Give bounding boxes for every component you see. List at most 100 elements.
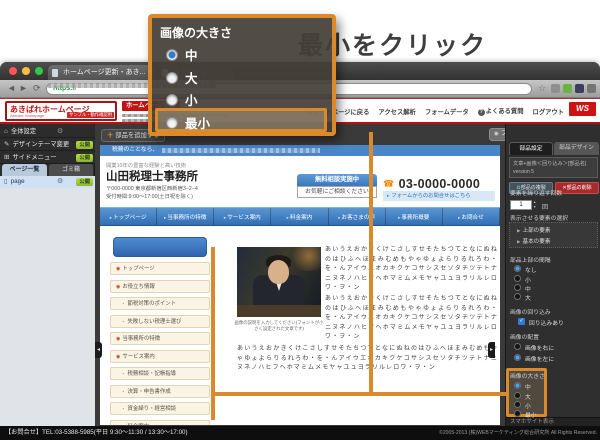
repeat-count-input[interactable]: 1 bbox=[510, 200, 532, 210]
radio-size-medium[interactable] bbox=[514, 382, 521, 389]
menu-item[interactable]: ・失敗しない税理士選び bbox=[110, 315, 210, 328]
callout-leader-vertical bbox=[369, 132, 373, 394]
menu-item[interactable]: ・税務相談・記帳指導 bbox=[110, 367, 210, 380]
sidebar-item-design-theme[interactable]: ✎デザインテーマ変更 ⚙ 公開 bbox=[0, 139, 95, 151]
radio-size-smallest[interactable] bbox=[514, 410, 521, 417]
extension-icon[interactable] bbox=[575, 84, 584, 93]
arrow-icon: ▶ bbox=[517, 239, 520, 244]
site-nav-item[interactable]: ▸事務所概要 bbox=[386, 208, 443, 225]
callout-radio-large[interactable]: 大 bbox=[166, 68, 198, 87]
tab-part-settings[interactable]: 部品設定 bbox=[509, 142, 553, 155]
page-list-item[interactable]: ▯page ⚙ 公開 bbox=[0, 176, 95, 188]
nav-logout-link[interactable]: ログアウト bbox=[533, 107, 564, 116]
publish-button[interactable]: 公開 bbox=[76, 178, 93, 186]
radio-label: 最小 bbox=[525, 410, 537, 419]
logo-subtext: Akibare Homepage bbox=[10, 113, 44, 118]
site-nav-item[interactable]: ▸お客さまの声 bbox=[329, 208, 386, 225]
reload-icon[interactable]: ⟳ bbox=[33, 83, 41, 94]
menu-label: 税務相談・記帳指導 bbox=[128, 371, 177, 377]
radio-spacing-medium[interactable] bbox=[514, 284, 521, 291]
site-hours: 受付時間:9:00〜17:00(土日祝を除く) bbox=[106, 192, 193, 200]
browser-tab-active[interactable]: ホームページ更新・あき... bbox=[48, 65, 156, 80]
gear-icon[interactable]: ⚙ bbox=[57, 176, 63, 188]
repeat-unit-label: 回 bbox=[542, 202, 548, 211]
smartphone-section-header[interactable]: スマホサイト表示 bbox=[506, 417, 600, 426]
radio-spacing-large[interactable] bbox=[514, 293, 521, 300]
tab-part-design[interactable]: 部品デザイン bbox=[554, 142, 599, 155]
site-nav-item[interactable]: ▸トップページ bbox=[100, 208, 157, 225]
sidebar-item-side-menu[interactable]: ⊞サイドメニュー 公開 bbox=[0, 152, 95, 164]
screenshot-root: 最小をクリック ホームページ更新・あき... スクリーン... ◄ ► ⟳ ht… bbox=[0, 0, 600, 440]
radio-label: 小 bbox=[525, 275, 531, 284]
radio-label: 小 bbox=[185, 90, 198, 109]
site-title: 山田税理士事務所 bbox=[106, 168, 198, 184]
collapse-right-handle[interactable]: ▸ bbox=[488, 342, 495, 358]
contact-info: 【お問合せ】TEL:03-5388-5985(平日 9:30〜11:30 / 1… bbox=[5, 426, 188, 440]
checkbox-wrap-checked[interactable]: ✓ bbox=[518, 318, 525, 325]
radio-spacing-none[interactable] bbox=[514, 265, 521, 272]
site-nav-item[interactable]: ▸お問合せ bbox=[443, 208, 500, 225]
nav-access-analysis-link[interactable]: アクセス解析 bbox=[378, 107, 415, 116]
radio-selected-icon bbox=[166, 49, 178, 61]
site-nav-item[interactable]: ▸当事務所の特徴 bbox=[157, 208, 214, 225]
close-window-button[interactable] bbox=[9, 67, 17, 75]
radio-image-right[interactable] bbox=[514, 343, 521, 350]
sidebar-item-label: 全体設定 bbox=[11, 128, 36, 135]
publish-button[interactable]: 公開 bbox=[76, 154, 93, 162]
nav-form-data-link[interactable]: フォームデータ bbox=[425, 107, 469, 116]
stepper-arrows[interactable]: ▲▼ bbox=[533, 200, 536, 209]
radio-size-large[interactable] bbox=[514, 392, 521, 399]
collapse-right-icon: ▸ bbox=[490, 347, 493, 353]
site-nav-item[interactable]: ▸料金案内 bbox=[271, 208, 328, 225]
nav-label: よくある質問 bbox=[486, 108, 524, 115]
menu-item[interactable]: ◉サービス案内 bbox=[110, 350, 210, 363]
callout-radio-medium[interactable]: 中 bbox=[166, 45, 198, 64]
extension-icon[interactable] bbox=[551, 84, 560, 93]
callout-title: 画像の大きさ bbox=[160, 24, 232, 41]
forward-icon[interactable]: ► bbox=[19, 83, 28, 93]
element-option-top[interactable]: ▶上部の要素 bbox=[517, 226, 550, 234]
part-version-text: version 5 bbox=[513, 168, 594, 176]
menu-item[interactable]: ◉お役立ち情報 bbox=[110, 280, 210, 293]
menu-item[interactable]: ◉トップページ bbox=[110, 262, 210, 275]
menu-item[interactable]: ・決算・申告書作成 bbox=[110, 385, 210, 398]
tab-trash[interactable]: ゴミ箱 bbox=[49, 164, 93, 176]
radio-icon bbox=[166, 72, 178, 84]
site-nav: ▸トップページ ▸当事務所の特徴 ▸サービス案内 ▸料金案内 ▸お客さまの声 ▸… bbox=[100, 207, 500, 226]
radio-size-small[interactable] bbox=[514, 401, 521, 408]
callout-radio-smallest[interactable]: 最小 bbox=[166, 113, 210, 132]
callout-popup: 画像の大きさ 中 大 小 最小 bbox=[148, 14, 336, 136]
radio-spacing-small[interactable] bbox=[514, 275, 521, 282]
menu-label: 決算・申告書作成 bbox=[128, 389, 171, 395]
collapse-left-handle[interactable]: ◂ bbox=[95, 342, 102, 358]
sub-bullet-icon: ・ bbox=[121, 371, 126, 376]
site-nav-item[interactable]: ▸サービス案内 bbox=[214, 208, 271, 225]
side-banner-button[interactable] bbox=[113, 237, 207, 257]
spin-down-icon[interactable]: ▼ bbox=[533, 205, 536, 210]
sub-bullet-icon: ・ bbox=[121, 406, 126, 411]
zoom-window-button[interactable] bbox=[35, 67, 43, 75]
sidebar-item-global-settings[interactable]: ⌂全体設定 ⚙ bbox=[0, 126, 95, 138]
radio-image-left[interactable] bbox=[514, 354, 521, 361]
element-option-basic[interactable]: ▶基本の要素 bbox=[517, 237, 550, 245]
back-icon[interactable]: ◄ bbox=[7, 83, 16, 93]
repeat-count-label: 要素を繰り返す回数 bbox=[510, 188, 562, 197]
contact-form-link[interactable]: ▸フォームからのお問合せはこちら bbox=[383, 191, 495, 201]
extension-icon[interactable] bbox=[563, 84, 572, 93]
menu-item[interactable]: ◉当事務所の特徴 bbox=[110, 332, 210, 345]
gear-icon[interactable]: ⚙ bbox=[57, 139, 63, 151]
callout-radio-small[interactable]: 小 bbox=[166, 90, 198, 109]
menu-item[interactable]: ・資金繰り・経営相談 bbox=[110, 402, 210, 415]
menu-item[interactable]: ・節税対策のポイント bbox=[110, 297, 210, 310]
sub-bullet-icon: ・ bbox=[121, 424, 126, 426]
menu-item[interactable]: ・料金案内 bbox=[110, 420, 210, 426]
bookmark-star-icon[interactable]: ☆ bbox=[538, 83, 546, 94]
nav-faq-link[interactable]: ?よくある質問 bbox=[478, 106, 524, 116]
eye-icon: ◉ bbox=[494, 131, 499, 137]
gear-icon[interactable]: ⚙ bbox=[57, 126, 63, 138]
extension-icon[interactable] bbox=[587, 84, 596, 93]
tab-page-list[interactable]: ページ一覧 bbox=[2, 164, 47, 176]
site-nav-label: 当事務所の特徴 bbox=[167, 215, 206, 221]
minimize-window-button[interactable] bbox=[22, 67, 30, 75]
publish-button[interactable]: 公開 bbox=[76, 141, 93, 149]
